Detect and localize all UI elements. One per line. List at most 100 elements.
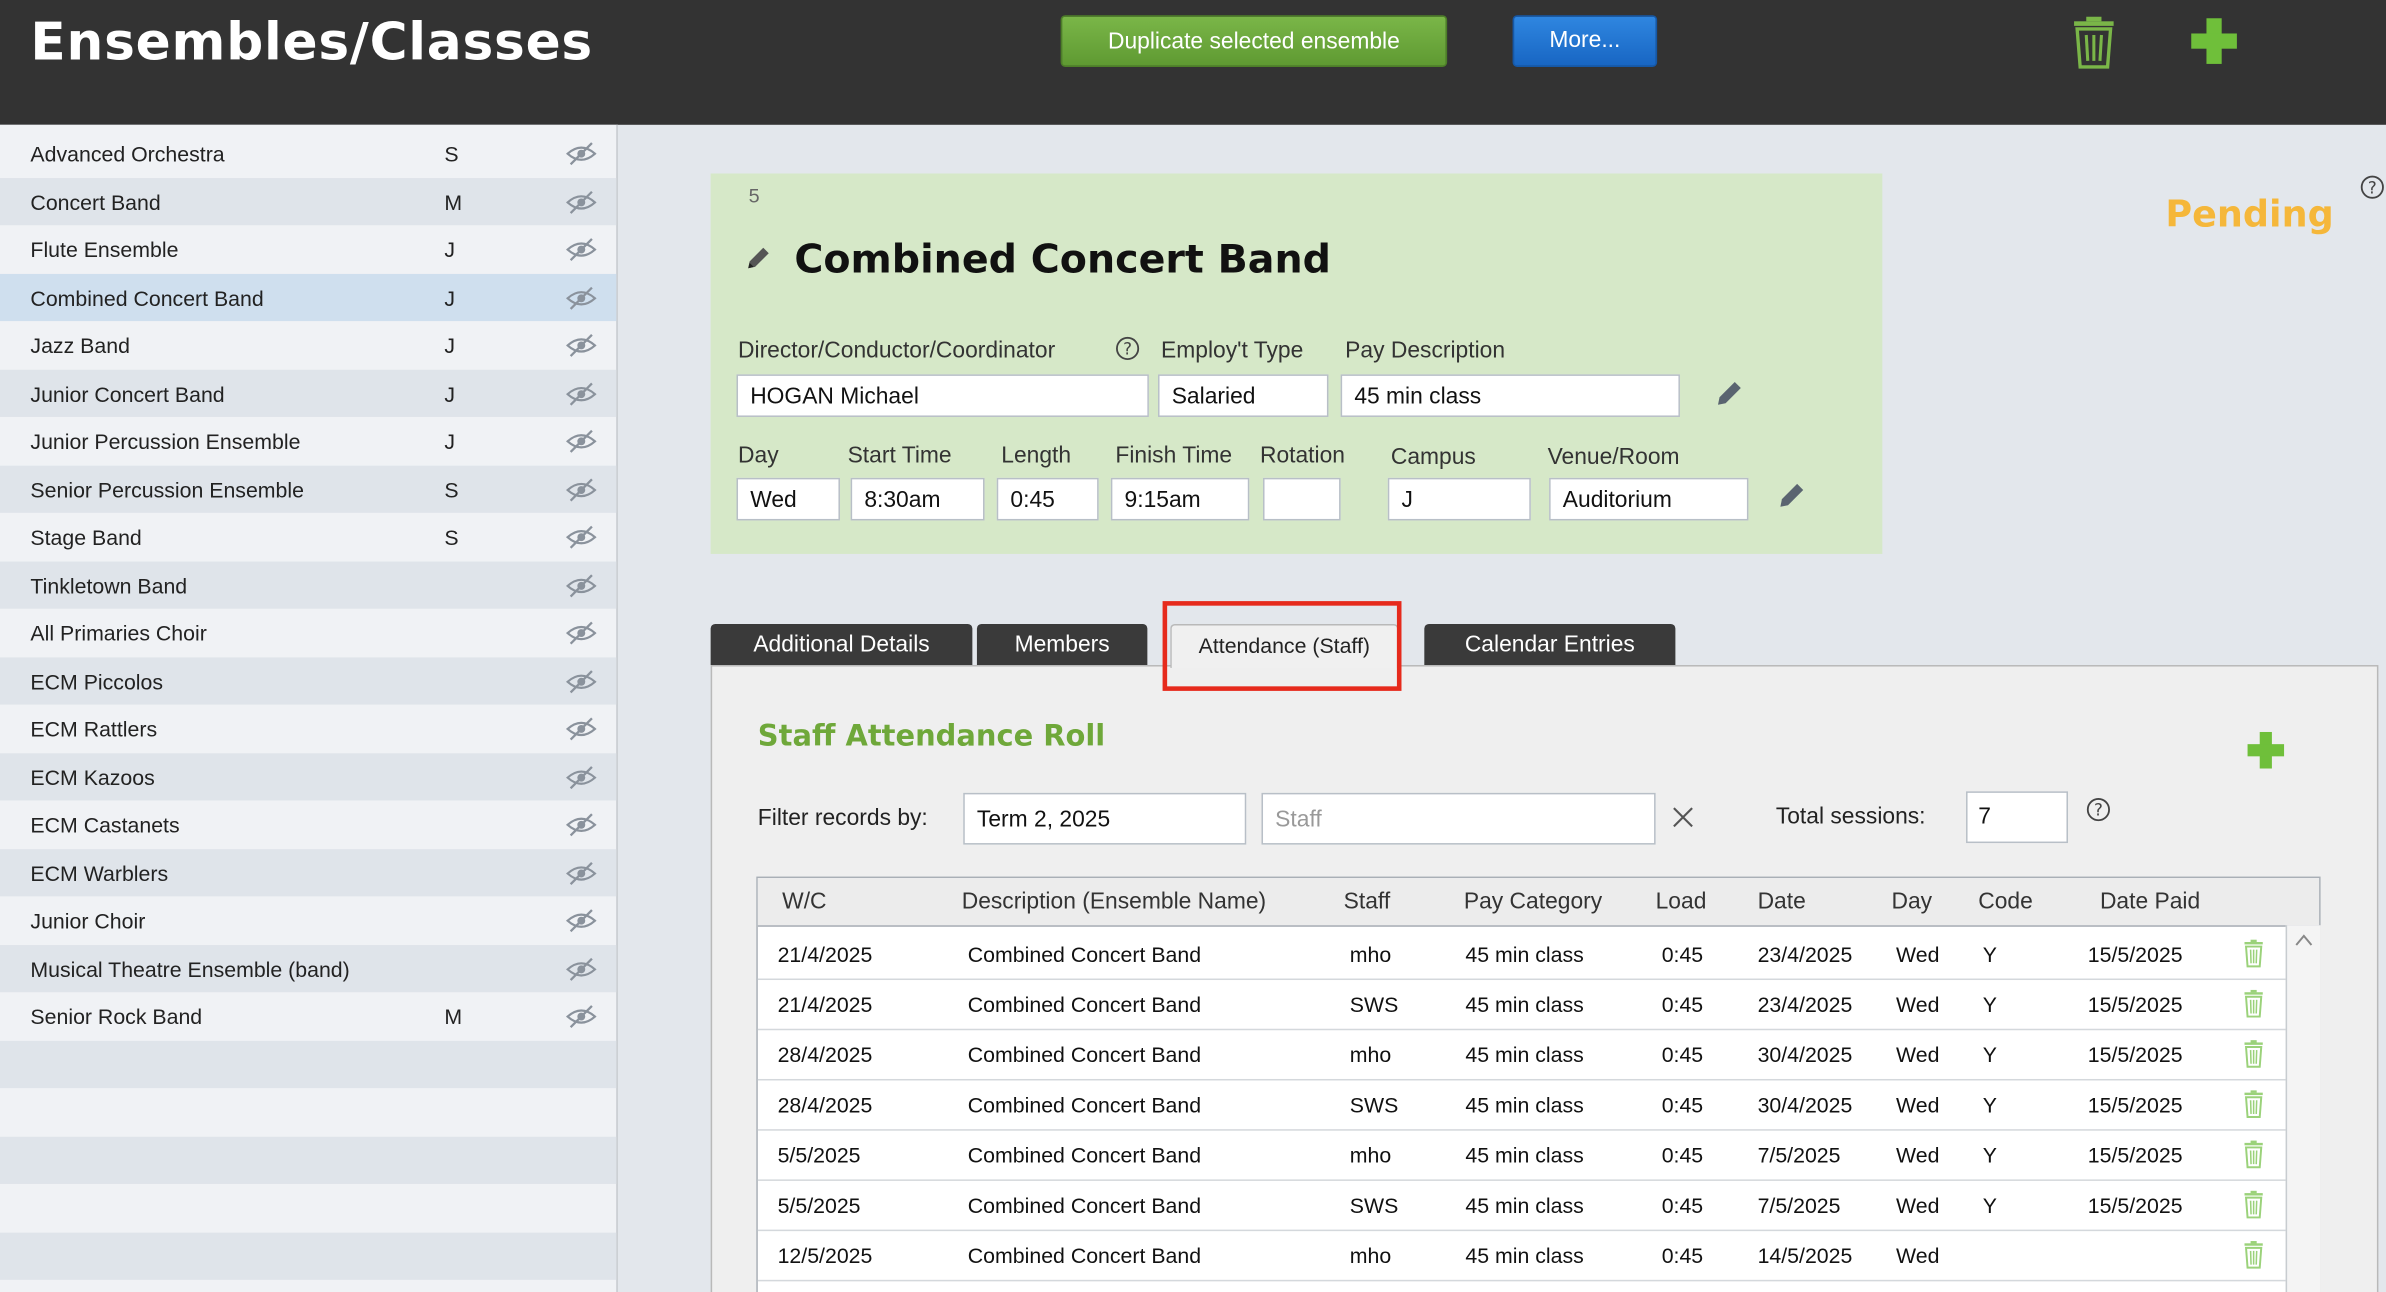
hidden-eye-icon[interactable] — [566, 573, 597, 597]
finish-time-field[interactable]: 9:15am — [1110, 477, 1250, 521]
list-item[interactable]: All Primaries Choir — [0, 609, 616, 657]
column-header[interactable]: Date — [1758, 889, 1806, 915]
list-item[interactable]: Flute Ensemble J — [0, 225, 616, 273]
hidden-eye-icon[interactable] — [566, 813, 597, 837]
more-button[interactable]: More... — [1512, 15, 1658, 67]
list-item[interactable]: Advanced Orchestra S — [0, 129, 616, 177]
day-field[interactable]: Wed — [736, 477, 840, 521]
column-header[interactable]: Staff — [1344, 889, 1391, 915]
tab-additional-details[interactable]: Additional Details — [710, 623, 973, 666]
list-item[interactable]: ECM Kazoos — [0, 752, 617, 801]
list-item[interactable]: Junior Percussion Ensemble J — [0, 417, 616, 465]
hidden-eye-icon[interactable] — [566, 1004, 597, 1029]
column-header[interactable]: Load — [1656, 889, 1707, 915]
list-item[interactable]: ECM Rattlers — [0, 705, 616, 753]
trash-icon[interactable] — [2241, 1140, 2265, 1169]
trash-icon[interactable] — [2241, 939, 2265, 968]
hidden-eye-icon[interactable] — [566, 333, 597, 357]
hidden-eye-icon[interactable] — [566, 237, 597, 262]
hidden-eye-icon[interactable] — [566, 525, 597, 549]
staff-filter-input[interactable]: Staff — [1261, 792, 1656, 845]
ensemble-list: Advanced Orchestra S Concert Band M Flute En… — [0, 124, 618, 1292]
hidden-eye-icon[interactable] — [566, 717, 597, 741]
help-icon[interactable]: ? — [2086, 797, 2110, 822]
list-item[interactable]: Musical Theatre Ensemble (band) — [0, 944, 617, 993]
table-row[interactable]: 5/5/2025 Combined Concert Band SWS 45 min c… — [757, 1179, 2286, 1232]
hidden-eye-icon[interactable] — [566, 765, 597, 789]
trash-icon[interactable] — [2241, 1240, 2265, 1269]
hidden-eye-icon[interactable] — [566, 621, 597, 645]
hidden-eye-icon[interactable] — [566, 477, 597, 501]
pay-description-field[interactable]: 45 min class — [1340, 374, 1680, 417]
ensemble-name: Senior Percussion Ensemble — [30, 477, 304, 502]
list-item[interactable]: ECM Warblers — [0, 848, 617, 897]
scrollbar[interactable] — [2285, 925, 2321, 1292]
hidden-eye-icon[interactable] — [566, 909, 597, 933]
trash-icon[interactable] — [2070, 15, 2119, 70]
column-header[interactable]: Day — [1891, 889, 1932, 915]
hidden-eye-icon[interactable] — [566, 285, 597, 309]
trash-icon[interactable] — [2241, 1090, 2265, 1119]
total-sessions-field[interactable]: 7 — [1966, 791, 2068, 844]
list-item[interactable]: Tinkletown Band — [0, 560, 617, 609]
trash-icon[interactable] — [2241, 989, 2265, 1018]
list-item[interactable]: Junior Concert Band J — [0, 369, 617, 417]
ensemble-name: Combined Concert Band — [30, 285, 264, 310]
column-header[interactable]: Code — [1978, 889, 2033, 915]
list-item[interactable]: Concert Band M — [0, 177, 617, 226]
hidden-eye-icon[interactable] — [566, 429, 597, 453]
list-item[interactable]: ECM Castanets — [0, 800, 616, 848]
duplicate-ensemble-button[interactable]: Duplicate selected ensemble — [1060, 15, 1448, 67]
tab-calendar-entries[interactable]: Calendar Entries — [1424, 623, 1676, 666]
help-icon[interactable]: ? — [2360, 175, 2384, 199]
hidden-eye-icon[interactable] — [566, 956, 597, 981]
hidden-eye-icon[interactable] — [566, 189, 597, 214]
scroll-up-icon[interactable] — [2293, 931, 2314, 949]
table-row[interactable]: 28/4/2025 Combined Concert Band SWS 45 min … — [757, 1079, 2286, 1131]
edit-venue-pencil-icon[interactable] — [1776, 481, 1806, 511]
cell-desc: Combined Concert Band — [967, 1092, 1202, 1118]
table-row[interactable] — [758, 1280, 2286, 1292]
table-row[interactable]: 21/4/2025 Combined Concert Band SWS 45 min … — [757, 979, 2286, 1031]
campus-field[interactable]: J — [1387, 477, 1531, 521]
rotation-field[interactable] — [1263, 477, 1341, 521]
venue-field[interactable]: Auditorium — [1549, 477, 1749, 521]
column-header[interactable]: W/C — [782, 889, 826, 915]
table-row[interactable]: 5/5/2025 Combined Concert Band mho 45 min c… — [757, 1129, 2286, 1181]
list-item[interactable]: Senior Percussion Ensemble S — [0, 464, 617, 513]
list-item[interactable]: ECM Piccolos — [0, 656, 617, 705]
add-attendance-plus-icon[interactable] — [2246, 730, 2286, 770]
table-row[interactable]: 28/4/2025 Combined Concert Band mho 45 min … — [757, 1029, 2286, 1081]
list-item[interactable]: Combined Concert Band J — [0, 273, 617, 322]
campus-code: J — [444, 237, 455, 262]
term-filter-field[interactable]: Term 2, 2025 — [963, 792, 1247, 845]
cell-paid: 15/5/2025 — [2087, 1092, 2183, 1118]
list-item[interactable]: Senior Rock Band M — [0, 992, 616, 1040]
hidden-eye-icon[interactable] — [566, 142, 597, 166]
list-item[interactable]: Stage Band S — [0, 513, 616, 561]
list-item[interactable]: Jazz Band J — [0, 321, 616, 369]
hidden-eye-icon[interactable] — [566, 861, 597, 885]
length-field[interactable]: 0:45 — [996, 477, 1099, 521]
list-item[interactable]: Junior Choir — [0, 896, 616, 944]
column-header[interactable]: Description (Ensemble Name) — [962, 889, 1266, 915]
director-field[interactable]: HOGAN Michael — [736, 374, 1149, 417]
column-header[interactable]: Pay Category — [1464, 889, 1602, 915]
hidden-eye-icon[interactable] — [566, 669, 597, 693]
pencil-icon[interactable] — [744, 245, 771, 272]
clear-filter-icon[interactable] — [1671, 805, 1695, 829]
table-row[interactable]: 21/4/2025 Combined Concert Band mho 45 min … — [757, 928, 2286, 981]
edit-pay-pencil-icon[interactable] — [1713, 379, 1743, 409]
hidden-eye-icon[interactable] — [566, 381, 597, 405]
tab-members[interactable]: Members — [976, 623, 1148, 666]
length-label: Length — [1001, 442, 1072, 469]
trash-icon[interactable] — [2241, 1190, 2265, 1219]
plus-icon[interactable] — [2188, 15, 2240, 67]
start-time-field[interactable]: 8:30am — [850, 477, 985, 521]
column-header[interactable]: Date Paid — [2100, 889, 2200, 915]
table-row[interactable]: 12/5/2025 Combined Concert Band mho 45 min … — [757, 1230, 2286, 1282]
trash-icon[interactable] — [2241, 1039, 2265, 1068]
help-icon[interactable]: ? — [1115, 336, 1140, 361]
rotation-label: Rotation — [1259, 442, 1345, 469]
employ-type-field[interactable]: Salaried — [1158, 374, 1329, 417]
